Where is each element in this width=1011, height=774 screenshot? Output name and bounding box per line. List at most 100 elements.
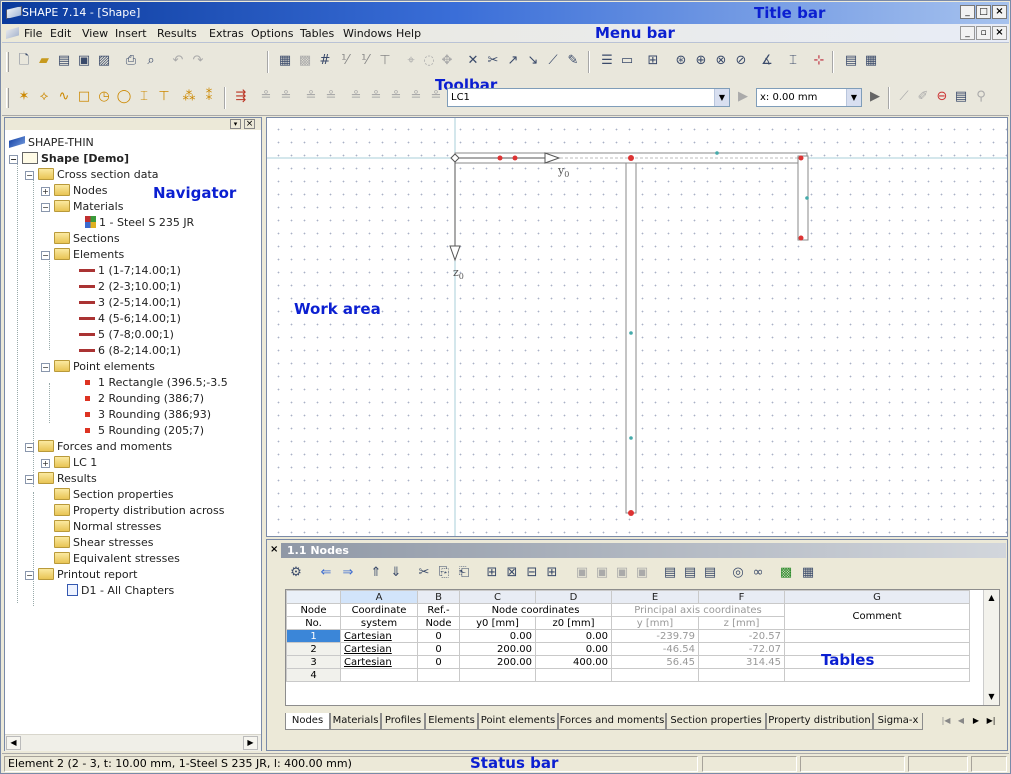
menu-insert[interactable]: Insert <box>115 27 147 40</box>
tab-next-button[interactable]: ▶ <box>969 714 983 728</box>
nav-sections[interactable]: Sections <box>54 232 120 245</box>
menu-view[interactable]: View <box>82 27 108 40</box>
move-icon[interactable]: ✥ <box>438 51 456 71</box>
nav-root[interactable]: SHAPE-THIN <box>9 136 94 149</box>
paste-icon[interactable]: ⎗ <box>455 563 473 583</box>
title-bar[interactable]: SHAPE 7.14 - [Shape] Title bar _ □ × <box>2 2 1009 24</box>
origin-icon[interactable]: ⊹ <box>810 51 828 71</box>
measure-icon[interactable]: ∡ <box>758 51 776 71</box>
print-preview-icon[interactable]: ⌕ <box>142 51 160 71</box>
mdi-close-button[interactable]: × <box>992 26 1007 40</box>
i-section-icon[interactable]: ⌶ <box>135 87 153 107</box>
nodes-table[interactable]: A B C D E F G Node Coordinate Ref.- Node… <box>285 589 1000 706</box>
node-point[interactable] <box>628 510 634 516</box>
nav-materials[interactable]: − Materials <box>41 200 123 213</box>
mdi-restore-button[interactable]: ▫ <box>976 26 991 40</box>
next-table-icon[interactable]: ⇒ <box>339 563 357 583</box>
expand-icon[interactable]: + <box>41 459 50 468</box>
menu-tables[interactable]: Tables <box>300 27 334 40</box>
report-icon[interactable]: ▤ <box>842 51 860 71</box>
nav-element-5[interactable]: 5 (7-8;0.00;1) <box>79 328 174 341</box>
element-icon[interactable]: ⟡ <box>35 87 53 107</box>
minimize-button[interactable]: _ <box>960 5 975 19</box>
load-icon[interactable]: ⇶ <box>232 87 250 107</box>
table-icon[interactable]: ▦ <box>276 51 294 71</box>
tab-profiles[interactable]: Profiles <box>381 713 425 730</box>
append-row-icon[interactable]: ⊞ <box>543 563 561 583</box>
menu-windows[interactable]: Windows <box>343 27 392 40</box>
table-cell[interactable] <box>784 655 970 669</box>
column-header[interactable]: A <box>340 590 418 604</box>
dimension-icon[interactable]: ⅟ <box>336 51 354 71</box>
open-folder-icon[interactable]: ▰ <box>35 51 53 71</box>
excel-icon[interactable]: ▩ <box>777 563 795 583</box>
column-header[interactable]: D <box>535 590 612 604</box>
table-cell[interactable] <box>535 668 612 682</box>
table-row[interactable]: 4 <box>286 668 970 682</box>
delete-row-icon[interactable]: ⊠ <box>503 563 521 583</box>
nav-section-properties[interactable]: Section properties <box>54 488 174 501</box>
nav-equivalent-stresses[interactable]: Equivalent stresses <box>54 552 180 565</box>
graphic-select-icon[interactable]: ◎ <box>729 563 747 583</box>
new-file-icon[interactable]: 🗋 <box>15 51 33 71</box>
grid-icon[interactable]: ▩ <box>296 51 314 71</box>
diagram-icon[interactable]: ⟋ <box>895 87 913 107</box>
pen-icon[interactable]: ✐ <box>914 87 932 107</box>
pencil-icon[interactable]: ✎ <box>564 51 582 71</box>
tab-point-elements[interactable]: Point elements <box>478 713 558 730</box>
row-number-cell[interactable]: 2 <box>286 642 341 656</box>
table-view-1-icon[interactable]: ▣ <box>573 563 591 583</box>
table-cell[interactable]: 0 <box>417 655 460 669</box>
tab-property-distribution[interactable]: Property distribution <box>766 713 873 730</box>
nav-point-3[interactable]: 3 Rounding (386;93) <box>85 408 211 421</box>
connect-icon[interactable]: ↗ <box>504 51 522 71</box>
table-cell[interactable] <box>459 668 536 682</box>
table-view-4-icon[interactable]: ▣ <box>633 563 651 583</box>
zoom-window-icon[interactable]: ⊘ <box>732 51 750 71</box>
nav-point-1[interactable]: 1 Rectangle (396.5;-3.5 <box>85 376 228 389</box>
calculator-icon[interactable]: ▦ <box>799 563 817 583</box>
scroll-down-button[interactable]: ▼ <box>985 690 998 703</box>
table-cell[interactable]: 0.00 <box>535 642 612 656</box>
chart-icon[interactable]: ⊞ <box>644 51 662 71</box>
row-number-cell[interactable]: 1 <box>286 629 341 643</box>
expand-icon[interactable]: + <box>41 187 50 196</box>
table-cell[interactable] <box>784 629 970 643</box>
result-5-icon[interactable]: ≗ <box>347 87 365 107</box>
node-point[interactable] <box>798 235 804 241</box>
tab-first-button[interactable]: |◀ <box>939 714 953 728</box>
collapse-icon[interactable]: − <box>9 155 18 164</box>
table-vertical-scrollbar[interactable]: ▲ ▼ <box>983 590 999 705</box>
column-header[interactable]: G <box>784 590 970 604</box>
nav-point-5[interactable]: 5 Rounding (205;7) <box>85 424 204 437</box>
support-point[interactable] <box>629 436 633 440</box>
table-cell[interactable]: 200.00 <box>459 655 536 669</box>
cross-section-drawing[interactable]: y0 z0 <box>267 118 1007 536</box>
table-cell[interactable] <box>417 668 460 682</box>
chevron-down-icon[interactable]: ▼ <box>714 89 729 106</box>
table-cell[interactable]: 400.00 <box>535 655 612 669</box>
cut-icon[interactable]: ✂ <box>415 563 433 583</box>
nav-normal-stresses[interactable]: Normal stresses <box>54 520 161 533</box>
polyline-icon[interactable]: ∿ <box>55 87 73 107</box>
collapse-icon[interactable]: − <box>41 251 50 260</box>
result-9-icon[interactable]: ≗ <box>427 87 445 107</box>
redo-icon[interactable]: ↷ <box>189 51 207 71</box>
window-icon[interactable]: ▭ <box>618 51 636 71</box>
tables-close-button[interactable]: × <box>270 545 279 555</box>
nav-model[interactable]: − Shape [Demo] <box>9 152 129 165</box>
collapse-icon[interactable]: − <box>41 203 50 212</box>
print-icon[interactable]: ⎙ <box>122 51 140 71</box>
navigator-horizontal-scrollbar[interactable]: ◀ ▶ <box>5 734 261 751</box>
nav-cross-section-data[interactable]: − Cross section data <box>25 168 159 181</box>
navigator-close-button[interactable]: × <box>244 119 255 129</box>
nav-element-3[interactable]: 3 (2-5;14.00;1) <box>79 296 181 309</box>
maximize-button[interactable]: □ <box>976 5 991 19</box>
next-result-icon[interactable]: ▶ <box>734 87 752 107</box>
nav-element-2[interactable]: 2 (2-3;10.00;1) <box>79 280 181 293</box>
zoom-out-icon[interactable]: ⊗ <box>712 51 730 71</box>
export-3-icon[interactable]: ▤ <box>701 563 719 583</box>
result-3-icon[interactable]: ≗ <box>302 87 320 107</box>
point-element-icon[interactable]: ⁂ <box>180 87 198 107</box>
nav-lc1[interactable]: + LC 1 <box>41 456 97 469</box>
